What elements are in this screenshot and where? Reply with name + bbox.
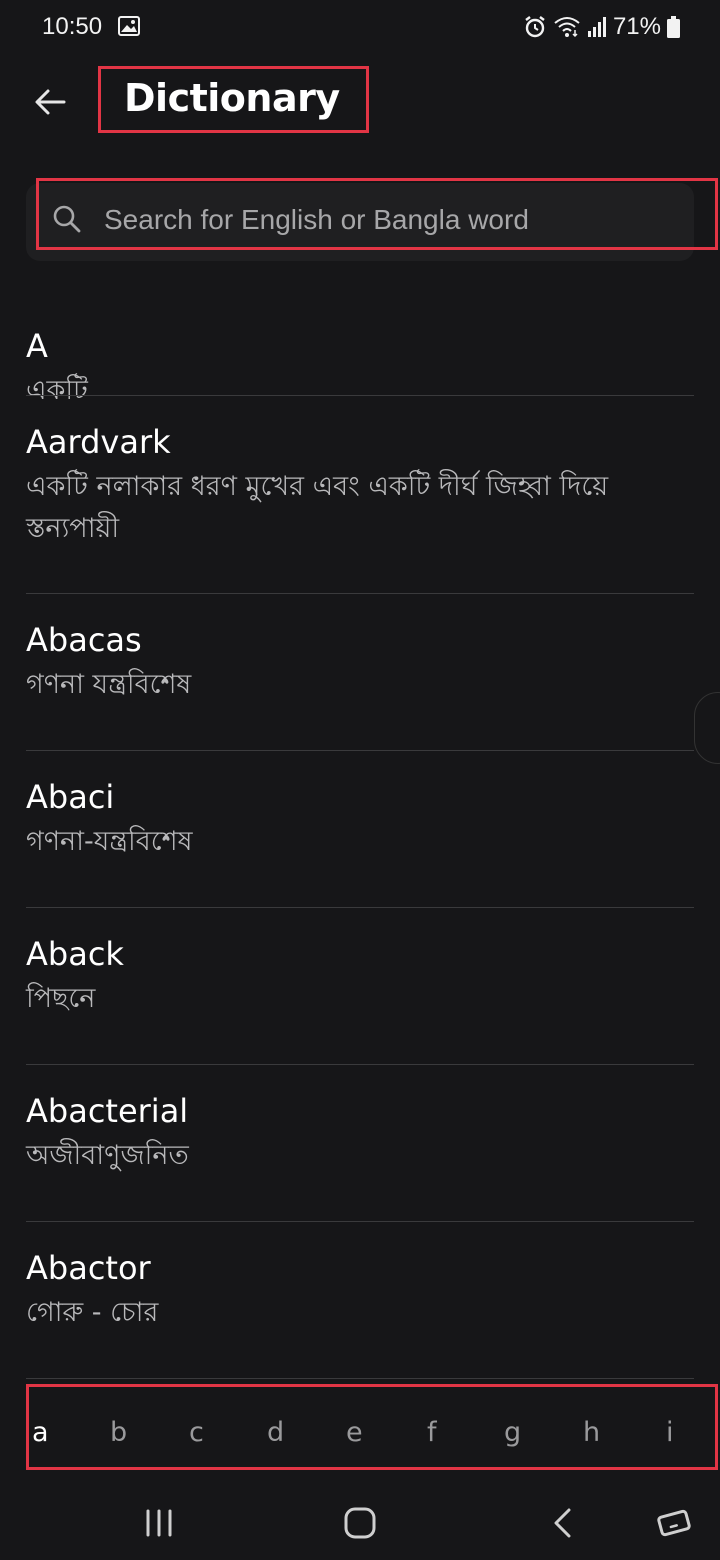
word-title: Abactor (26, 1249, 151, 1287)
list-item[interactable]: Aback পিছনে (0, 908, 720, 1065)
word-meaning: একটি নলাকার ধরণ মুখের এবং একটি দীর্ঘ জিহ… (26, 471, 609, 544)
battery-percent: 71% (612, 13, 661, 40)
recents-button[interactable] (135, 1501, 183, 1549)
status-bar: 10:50 71% (0, 0, 720, 56)
word-title: A (26, 327, 48, 365)
word-meaning: পিছনে (26, 983, 96, 1014)
word-title: Aardvark (26, 423, 171, 461)
recents-icon (144, 1509, 174, 1541)
home-icon (343, 1506, 377, 1544)
word-title: Aback (26, 935, 124, 973)
status-time: 10:50 (42, 13, 103, 40)
word-meaning: গণনা-যন্ত্রবিশেষ (26, 826, 193, 857)
word-meaning: গোরু - চোর (26, 1297, 159, 1328)
list-item[interactable]: A একটি (0, 300, 720, 406)
word-list[interactable]: A একটি Aardvark একটি নলাকার ধরণ মুখের এব… (0, 300, 720, 1382)
list-item[interactable]: Aardvark একটি নলাকার ধরণ মুখের এবং একটি … (0, 396, 720, 594)
list-item[interactable]: Abactor গোরু - চোর (0, 1222, 720, 1379)
wifi-icon (553, 16, 581, 38)
home-button[interactable] (336, 1501, 384, 1549)
word-meaning: অজীবাণুজনিত (26, 1140, 189, 1171)
rotate-screen-icon (656, 1508, 692, 1542)
scroll-handle[interactable] (694, 692, 720, 764)
list-item[interactable]: Abacas গণনা যন্ত্রবিশেষ (0, 594, 720, 751)
nav-back-button[interactable] (538, 1501, 586, 1549)
page-title: Dictionary (124, 76, 340, 120)
word-title: Abacterial (26, 1092, 189, 1130)
word-title: Abaci (26, 778, 115, 816)
search-highlight (36, 178, 718, 250)
word-meaning: গণনা যন্ত্রবিশেষ (26, 669, 192, 700)
list-item[interactable]: Abaci গণনা-যন্ত্রবিশেষ (0, 751, 720, 908)
word-title: Abacas (26, 621, 142, 659)
chevron-left-icon (551, 1507, 573, 1543)
alarm-icon (523, 15, 547, 39)
list-item[interactable]: Abacterial অজীবাণুজনিত (0, 1065, 720, 1222)
system-nav-bar (0, 1487, 720, 1560)
keyboard-switch-button[interactable] (650, 1501, 698, 1549)
signal-icon (587, 16, 607, 38)
arrow-left-icon (34, 88, 66, 120)
alphabet-highlight (26, 1384, 718, 1470)
back-button[interactable] (28, 82, 72, 126)
battery-icon (667, 16, 680, 38)
image-icon (118, 16, 140, 36)
